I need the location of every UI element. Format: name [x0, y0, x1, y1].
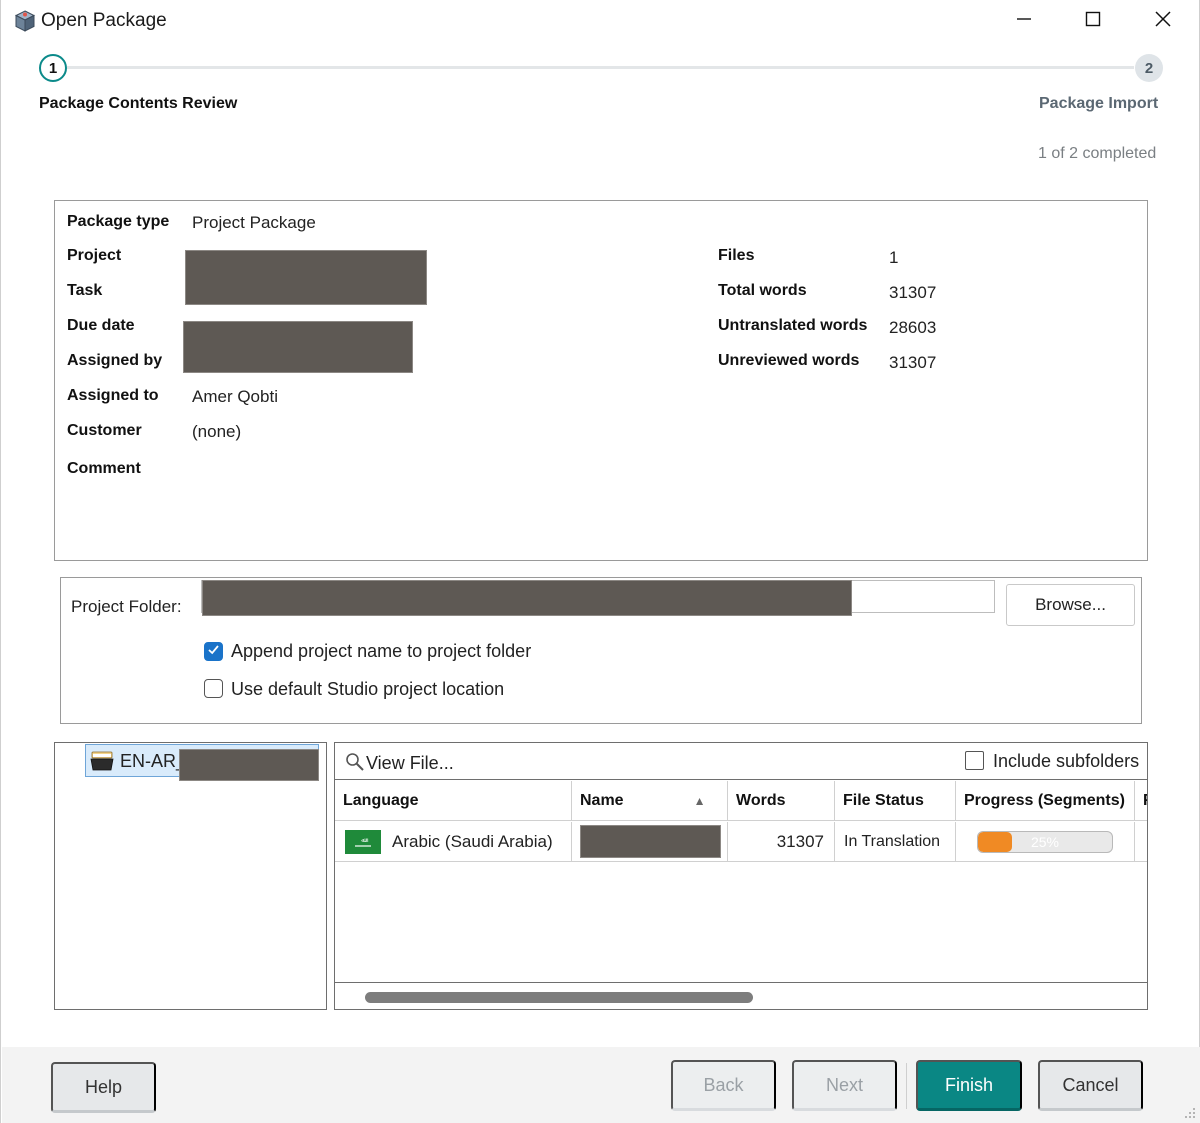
table-row-language-cell[interactable]: ﷲ Arabic (Saudi Arabia) [335, 822, 572, 862]
tree-item-name-redacted [179, 749, 319, 781]
resize-grip-icon[interactable] [1182, 1105, 1196, 1123]
project-folder-icon [90, 750, 114, 777]
horizontal-scrollbar-thumb[interactable] [365, 992, 753, 1003]
minimize-icon [1016, 11, 1032, 32]
next-button[interactable]: Next [792, 1060, 897, 1111]
column-header-words[interactable]: Words [728, 781, 835, 821]
progress-percent-text: 25% [1030, 833, 1060, 850]
file-status-value: In Translation [844, 832, 941, 850]
words-value: 31307 [776, 831, 824, 851]
back-button[interactable]: Back [671, 1060, 776, 1111]
language-value: Arabic (Saudi Arabia) [392, 831, 553, 851]
unreviewed-words-value: 31307 [889, 353, 937, 372]
include-subfolders-checkbox[interactable] [965, 751, 984, 770]
table-row-file-status-cell[interactable]: In Translation [835, 822, 956, 862]
assigned-to-label: Assigned to [67, 387, 159, 404]
open-package-dialog: Open Package 1 2 Package Contents Review… [0, 0, 1200, 1123]
table-row-overflow-cell[interactable] [1135, 822, 1147, 862]
step-2-indicator: 2 [1135, 54, 1163, 82]
package-box-icon [13, 9, 37, 33]
append-project-name-checkbox[interactable] [204, 642, 223, 661]
saudi-arabia-flag-icon: ﷲ [345, 829, 381, 854]
column-header-overflow[interactable]: F [1135, 781, 1147, 821]
project-task-redacted [185, 250, 427, 305]
customer-label: Customer [67, 422, 142, 439]
untranslated-words-value: 28603 [889, 318, 937, 337]
file-grid: View File... Include subfolders Language… [334, 742, 1148, 1010]
checkmark-icon [207, 643, 220, 661]
column-header-language[interactable]: Language [335, 781, 572, 821]
maximize-icon [1085, 11, 1101, 32]
files-value: 1 [889, 248, 899, 267]
task-label: Task [67, 282, 103, 299]
column-header-file-status[interactable]: File Status [835, 781, 956, 821]
assigned-to-value: Amer Qobti [192, 387, 278, 406]
browse-button[interactable]: Browse... [1006, 584, 1135, 626]
wizard-progress-line [67, 66, 1134, 69]
column-header-name[interactable]: Name ▲ [572, 781, 728, 821]
horizontal-scrollbar[interactable] [335, 982, 1147, 1009]
view-file-button[interactable]: View File... [366, 753, 454, 774]
unreviewed-words-label: Unreviewed words [718, 352, 860, 369]
step-1-indicator: 1 [39, 54, 67, 82]
column-header-name-label: Name [580, 791, 624, 809]
close-icon [1154, 10, 1172, 33]
column-header-progress[interactable]: Progress (Segments) [956, 781, 1135, 821]
wizard-progress-text: 1 of 2 completed [1038, 145, 1157, 162]
total-words-label: Total words [718, 282, 807, 299]
finish-button[interactable]: Finish [916, 1060, 1022, 1111]
project-label: Project [67, 247, 122, 264]
total-words-value: 31307 [889, 283, 937, 302]
use-default-location-label[interactable]: Use default Studio project location [231, 679, 504, 700]
help-button[interactable]: Help [51, 1062, 156, 1113]
footer-divider [906, 1063, 907, 1109]
window-title: Open Package [41, 10, 167, 31]
file-name-redacted [580, 825, 721, 858]
maximize-button[interactable] [1058, 0, 1128, 42]
project-tree-pane[interactable] [54, 742, 327, 1010]
tree-item-label: EN-AR_ [120, 751, 187, 771]
comment-label: Comment [67, 460, 141, 477]
due-date-assigned-by-redacted [183, 321, 413, 373]
step-1-label: Package Contents Review [39, 95, 238, 112]
include-subfolders-label[interactable]: Include subfolders [993, 751, 1139, 772]
table-row-progress-cell[interactable]: 25% [956, 822, 1135, 862]
minimize-button[interactable] [989, 0, 1059, 42]
table-row-name-cell[interactable] [572, 822, 728, 862]
untranslated-words-label: Untranslated words [718, 317, 868, 334]
package-type-value: Project Package [192, 213, 316, 232]
assigned-by-label: Assigned by [67, 352, 163, 369]
close-button[interactable] [1128, 0, 1198, 42]
project-folder-label: Project Folder: [71, 597, 182, 616]
sort-ascending-icon: ▲ [693, 793, 706, 808]
files-label: Files [718, 247, 755, 264]
cancel-button[interactable]: Cancel [1038, 1060, 1143, 1111]
magnifier-icon [345, 752, 365, 777]
package-type-label: Package type [67, 213, 170, 230]
customer-value: (none) [192, 422, 242, 441]
use-default-location-checkbox[interactable] [204, 679, 223, 698]
project-folder-path-redacted [202, 580, 852, 616]
progress-bar: 25% [977, 830, 1113, 853]
append-project-name-label[interactable]: Append project name to project folder [231, 641, 531, 662]
table-row-words-cell[interactable]: 31307 [728, 822, 835, 862]
due-date-label: Due date [67, 317, 135, 334]
step-2-label: Package Import [1039, 95, 1159, 112]
